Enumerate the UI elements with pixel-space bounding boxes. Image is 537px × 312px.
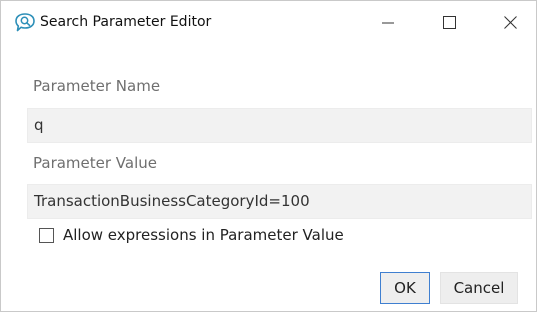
parameter-value-label: Parameter Value	[33, 154, 157, 172]
parameter-name-label: Parameter Name	[33, 77, 161, 95]
minimize-button[interactable]	[365, 1, 411, 44]
allow-expressions-checkbox[interactable]	[39, 227, 54, 243]
maximize-icon	[442, 16, 456, 29]
minimize-icon	[382, 17, 394, 29]
cancel-button[interactable]: Cancel	[440, 272, 518, 304]
allow-expressions-row[interactable]: Allow expressions in Parameter Value	[39, 222, 344, 248]
allow-expressions-label[interactable]: Allow expressions in Parameter Value	[63, 226, 344, 244]
title-bar[interactable]: Search Parameter Editor	[1, 1, 536, 44]
ok-button[interactable]: OK	[380, 272, 430, 304]
window-title: Search Parameter Editor	[40, 14, 212, 30]
close-button[interactable]	[487, 1, 533, 44]
maximize-button[interactable]	[426, 1, 472, 44]
search-parameter-editor-dialog: Search Parameter Editor Parameter Name q…	[0, 0, 537, 312]
search-parameter-icon	[13, 12, 37, 34]
close-icon	[503, 16, 517, 29]
parameter-name-input[interactable]: q	[27, 108, 532, 143]
parameter-value-input[interactable]: TransactionBusinessCategoryId=100	[27, 184, 532, 219]
